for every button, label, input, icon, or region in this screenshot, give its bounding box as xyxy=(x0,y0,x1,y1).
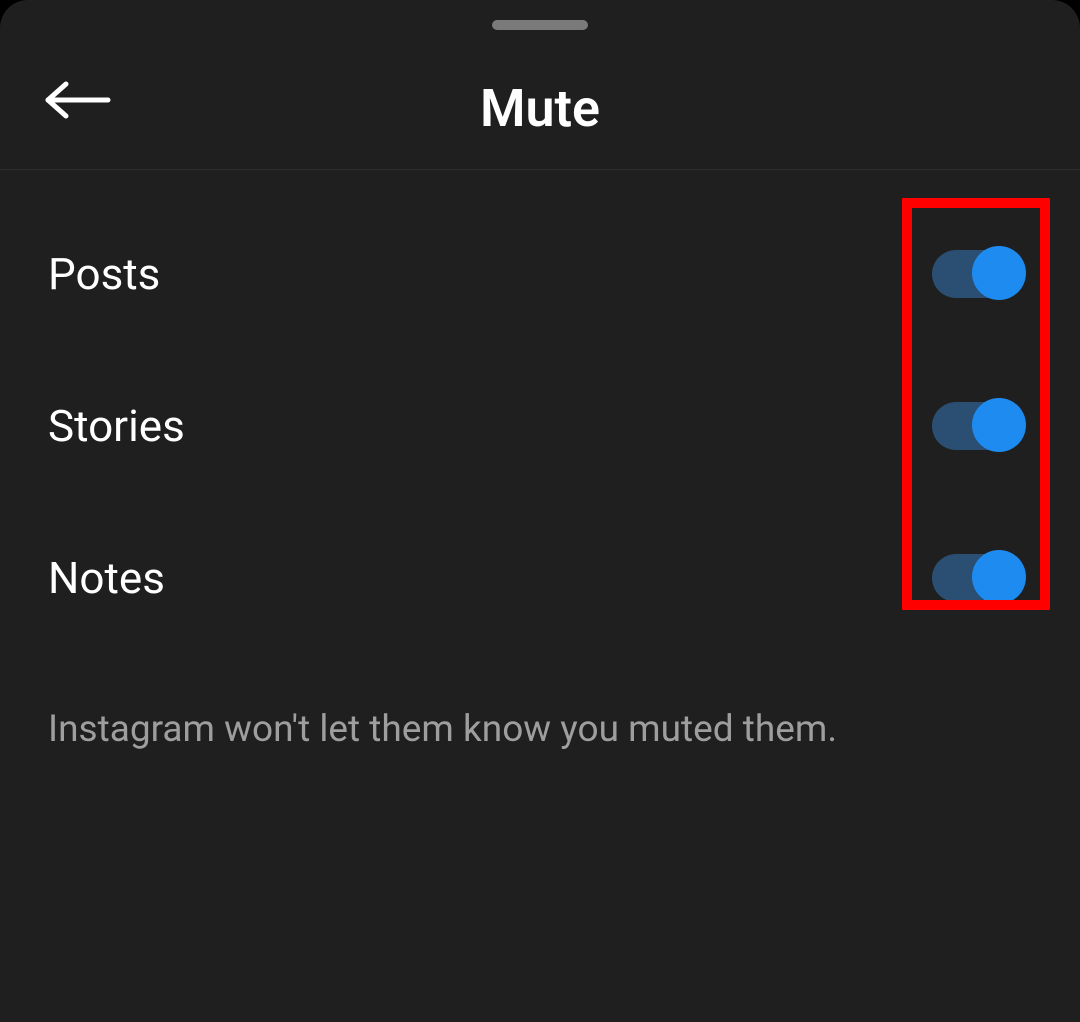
arrow-left-icon xyxy=(44,81,112,123)
row-label: Stories xyxy=(48,400,185,452)
row-stories: Stories xyxy=(0,350,1080,502)
page-title: Mute xyxy=(480,78,600,139)
toggle-knob xyxy=(972,246,1026,300)
info-text: Instagram won't let them know you muted … xyxy=(48,708,837,751)
header: Mute xyxy=(0,0,1080,170)
mute-sheet: Mute Posts Stories Notes Instagram won't… xyxy=(0,0,1080,1022)
row-notes: Notes xyxy=(0,502,1080,654)
toggle-posts[interactable] xyxy=(932,250,1024,298)
toggle-notes[interactable] xyxy=(932,554,1024,602)
row-posts: Posts xyxy=(0,198,1080,350)
toggle-stories[interactable] xyxy=(932,402,1024,450)
toggle-knob xyxy=(972,550,1026,604)
row-label: Notes xyxy=(48,552,165,604)
back-button[interactable] xyxy=(44,82,108,122)
settings-list: Posts Stories Notes xyxy=(0,198,1080,654)
toggle-knob xyxy=(972,398,1026,452)
row-label: Posts xyxy=(48,248,160,300)
